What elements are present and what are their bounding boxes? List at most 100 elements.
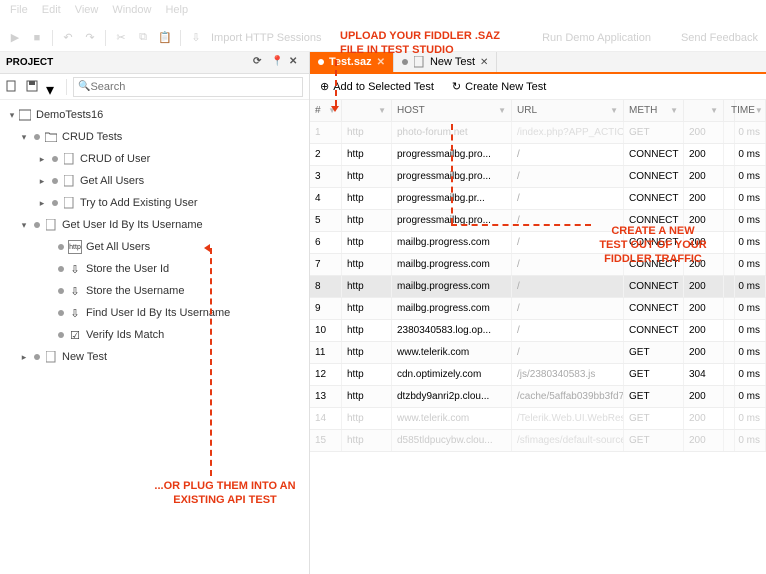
menu-window[interactable]: Window [112,4,151,20]
tree-item[interactable]: ▸CRUD of User [0,148,309,170]
cell-method: GET [624,364,684,385]
file-icon [413,56,425,68]
col-status[interactable]: ▼ [684,100,724,121]
save-icon[interactable] [26,80,40,94]
cell-host: progressmailbg.pr... [392,188,512,209]
table-row[interactable]: 9httpmailbg.progress.com/CONNECT2000 ms [310,298,766,320]
folder-icon [44,130,58,144]
cell-status: 200 [684,386,724,407]
tab-test-saz[interactable]: Test.saz✕ [310,52,394,72]
menu-view[interactable]: View [75,4,99,20]
close-icon[interactable]: ✕ [480,57,488,68]
pin-icon[interactable]: 📍 [271,56,285,70]
cell-host: progressmailbg.pro... [392,210,512,231]
cell-time: 0 ms [726,320,766,341]
cell-num: 5 [310,210,342,231]
search-box[interactable]: 🔍 [73,77,303,97]
cell-num: 12 [310,364,342,385]
table-row[interactable]: 2httpprogressmailbg.pro.../CONNECT2000 m… [310,144,766,166]
content-panel: Test.saz✕ New Test✕ ⊕ Add to Selected Tes… [310,52,766,574]
table-row[interactable]: 10http2380340583.log.op.../CONNECT2000 m… [310,320,766,342]
menu-help[interactable]: Help [165,4,188,20]
tab-new-test[interactable]: New Test✕ [394,52,497,72]
table-row[interactable]: 11httpwww.telerik.com/GET2000 ms [310,342,766,364]
create-new-test-button[interactable]: ↻Create New Test [452,80,546,93]
table-row[interactable]: 1httpphoto-forum.net/index.php?APP_ACTIO… [310,122,766,144]
cell-time: 0 ms [726,342,766,363]
table-row[interactable]: 3httpprogressmailbg.pro.../CONNECT2000 m… [310,166,766,188]
cell-status: 200 [684,144,724,165]
table-row[interactable]: 4httpprogressmailbg.pr.../CONNECT2000 ms [310,188,766,210]
col-num[interactable]: #▼ [310,100,342,121]
import-sessions-button[interactable]: Import HTTP Sessions [211,32,321,44]
search-input[interactable] [90,81,298,93]
cell-host: d585tldpucybw.clou... [392,430,512,451]
tree-step[interactable]: ☑Verify Ids Match [0,324,309,346]
col-url[interactable]: URL▼ [512,100,624,121]
menu-edit[interactable]: Edit [42,4,61,20]
table-row[interactable]: 13httpdtzbdy9anri2p.clou.../cache/5affab… [310,386,766,408]
cell-status: 200 [684,254,724,275]
tree-step[interactable]: ⇩Find User Id By Its Username [0,302,309,324]
tree-folder[interactable]: ▾CRUD Tests [0,126,309,148]
cell-scheme: http [342,144,392,165]
tree-item-get-all-users[interactable]: ▸Get All Users [0,170,309,192]
table-row[interactable]: 6httpmailbg.progress.com/CONNECT2000 ms [310,232,766,254]
cell-method: CONNECT [624,254,684,275]
import-icon[interactable]: ⇩ [189,31,203,45]
copy-icon[interactable]: ⧉ [136,31,150,45]
play-icon[interactable]: ▶ [8,31,22,45]
cell-status: 304 [684,364,724,385]
col-method[interactable]: METH▼ [624,100,684,121]
file-icon [44,218,58,232]
send-feedback-button[interactable]: Send Feedback [681,32,758,44]
cell-status: 200 [684,276,724,297]
close-icon[interactable]: ✕ [377,57,385,68]
tree-item-new-test[interactable]: ▸New Test [0,346,309,368]
tree-folder[interactable]: ▾Get User Id By Its Username [0,214,309,236]
button-label: Add to Selected Test [333,81,434,93]
tab-bar: Test.saz✕ New Test✕ [310,52,766,74]
store-icon: ⇩ [68,284,82,298]
stop-icon[interactable]: ■ [30,31,44,45]
add-to-test-button[interactable]: ⊕ Add to Selected Test [320,80,434,93]
cell-url: / [512,342,624,363]
cell-method: CONNECT [624,144,684,165]
menu-file[interactable]: File [10,4,28,20]
tree-label: New Test [62,351,107,363]
paste-icon[interactable]: 📋 [158,31,172,45]
cell-host: progressmailbg.pro... [392,144,512,165]
table-row[interactable]: 5httpprogressmailbg.pro.../CONNECT2000 m… [310,210,766,232]
new-file-icon[interactable] [6,80,20,94]
dropdown-icon[interactable]: ▾ [46,80,60,94]
undo-icon[interactable]: ↶ [61,31,75,45]
cell-time: 0 ms [726,188,766,209]
refresh-icon[interactable]: ⟳ [253,56,267,70]
tree-label: CRUD Tests [62,131,122,143]
table-row[interactable]: 15httpd585tldpucybw.clou.../sfimages/def… [310,430,766,452]
cell-host: mailbg.progress.com [392,232,512,253]
verify-icon: ☑ [68,328,82,342]
run-demo-button[interactable]: Run Demo Application [542,32,651,44]
table-row[interactable]: 7httpmailbg.progress.com/CONNECT2000 ms [310,254,766,276]
table-row[interactable]: 8httpmailbg.progress.com/CONNECT2000 ms [310,276,766,298]
tree-step[interactable]: ⇩Store the User Id [0,258,309,280]
cell-scheme: http [342,386,392,407]
col-scheme[interactable]: ▼ [342,100,392,121]
tree-item[interactable]: ▸Try to Add Existing User [0,192,309,214]
close-icon[interactable]: ✕ [289,56,303,70]
cell-status: 200 [684,342,724,363]
cut-icon[interactable]: ✂ [114,31,128,45]
col-host[interactable]: HOST▼ [392,100,512,121]
table-row[interactable]: 14httpwww.telerik.com/Telerik.Web.UI.Web… [310,408,766,430]
tree-step[interactable]: httpGet All Users [0,236,309,258]
add-icon: ⊕ [320,80,329,93]
cell-host: www.telerik.com [392,408,512,429]
tree-root[interactable]: ▾DemoTests16 [0,104,309,126]
tree-step[interactable]: ⇩Store the Username [0,280,309,302]
cell-num: 9 [310,298,342,319]
redo-icon[interactable]: ↷ [83,31,97,45]
table-row[interactable]: 12httpcdn.optimizely.com/js/2380340583.j… [310,364,766,386]
cell-method: CONNECT [624,166,684,187]
col-time[interactable]: TIME▼ [726,100,766,121]
